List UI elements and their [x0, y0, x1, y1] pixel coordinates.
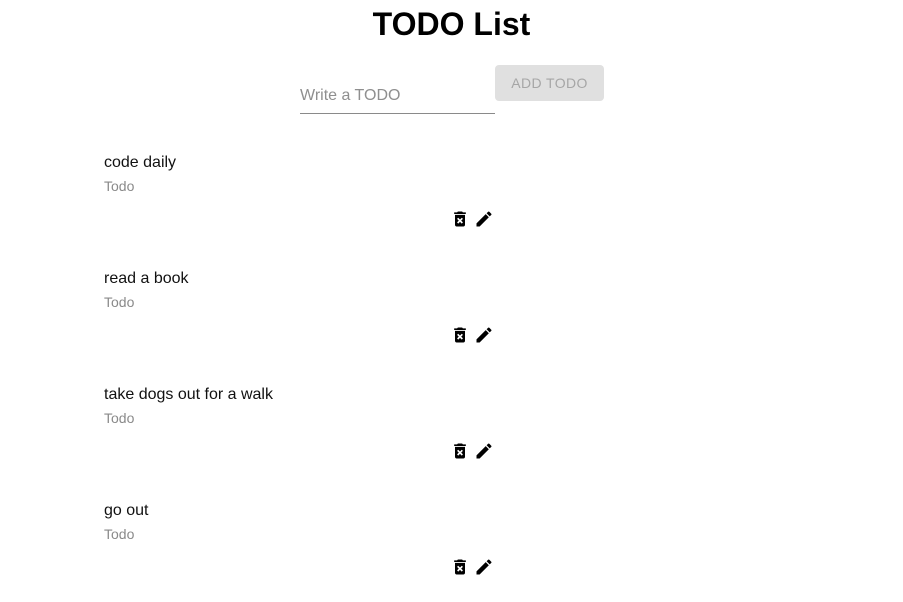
- edit-pencil-icon: [476, 211, 492, 227]
- todo-item: read a book Todo: [0, 268, 903, 384]
- delete-forever-icon: [454, 443, 466, 459]
- edit-pencil-icon: [476, 327, 492, 343]
- todo-item: go out Todo: [0, 500, 903, 600]
- edit-pencil-icon: [476, 443, 492, 459]
- todo-input-wrapper: [300, 82, 495, 114]
- todo-app: TODO List ADD TODO code daily Todo read …: [0, 0, 903, 602]
- delete-forever-icon: [454, 327, 466, 343]
- edit-todo-button[interactable]: [473, 556, 495, 578]
- delete-todo-button[interactable]: [449, 324, 471, 346]
- todo-text: read a book: [104, 270, 189, 287]
- todo-input[interactable]: [300, 82, 495, 110]
- todo-text: go out: [104, 502, 149, 519]
- todo-text: code daily: [104, 154, 177, 171]
- todo-status: Todo: [104, 178, 135, 194]
- todo-status: Todo: [104, 526, 135, 542]
- edit-pencil-icon: [476, 559, 492, 575]
- edit-todo-button[interactable]: [473, 208, 495, 230]
- delete-todo-button[interactable]: [449, 208, 471, 230]
- delete-todo-button[interactable]: [449, 440, 471, 462]
- todo-text: take dogs out for a walk: [104, 386, 273, 403]
- edit-todo-button[interactable]: [473, 440, 495, 462]
- delete-forever-icon: [454, 211, 466, 227]
- delete-forever-icon: [454, 559, 466, 575]
- add-todo-button[interactable]: ADD TODO: [495, 65, 604, 101]
- edit-todo-button[interactable]: [473, 324, 495, 346]
- page-title: TODO List: [372, 6, 531, 42]
- todo-status: Todo: [104, 294, 135, 310]
- todo-status: Todo: [104, 410, 135, 426]
- delete-todo-button[interactable]: [449, 556, 471, 578]
- todo-item: code daily Todo: [0, 152, 903, 268]
- todo-item: take dogs out for a walk Todo: [0, 384, 903, 500]
